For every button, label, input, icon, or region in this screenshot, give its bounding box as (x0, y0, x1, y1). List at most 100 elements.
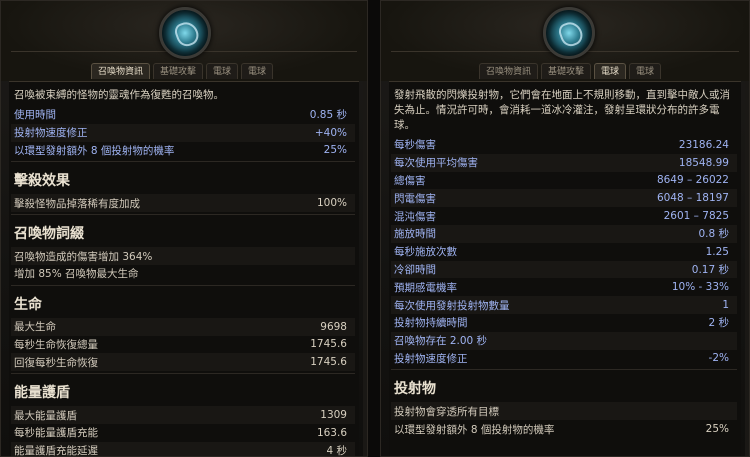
stat-row: 預期感電機率 10% - 33% (391, 278, 737, 296)
stat-row: 投射物速度修正 +40% (11, 123, 355, 142)
stat-row: 每次使用發射投射物數量 1 (391, 296, 737, 314)
stat-row: 每秒生命恢復總量 1745.6 (11, 336, 355, 354)
stat-label: 冷卻時間 (394, 263, 436, 276)
stat-value: 100% (316, 197, 347, 210)
stat-label: 擊殺怪物品掉落稀有度加成 (14, 197, 140, 210)
skill-description: 召喚被束縛的怪物的靈魂作為復甦的召喚物。 (14, 89, 224, 101)
panel-header: 召喚物資訊 基礎攻擊 電球 電球 (1, 1, 367, 81)
stat-row: 擊殺怪物品掉落稀有度加成 100% (11, 194, 355, 213)
stat-value: 18548.99 (678, 156, 729, 169)
stat-label: 閃電傷害 (394, 192, 436, 205)
stat-value: 8649 – 26022 (656, 174, 729, 187)
stat-value: 4 秒 (326, 445, 347, 457)
stat-row: 以環型發射額外 8 個投射物的機率 25% (391, 420, 737, 438)
stat-label: 最大生命 (14, 321, 56, 334)
section-title: 擊殺效果 (14, 173, 70, 190)
stat-row: 增加 85% 召喚物最大生命 (11, 265, 355, 283)
section-title: 生命 (14, 296, 42, 313)
stat-label: 預期感電機率 (394, 281, 457, 294)
skill-description: 發射飛散的閃爍投射物，它們會在地面上不規則移動，直到擊中敵人或消失為止。情況許可… (394, 89, 730, 131)
tab-spark-2[interactable]: 電球 (629, 63, 662, 79)
main-stats: 每秒傷害 23186.24 每次使用平均傷害 18548.99 總傷害 8649 – 26… (391, 136, 737, 367)
stat-label: 每秒傷害 (394, 139, 436, 152)
stat-label: 每秒施放次數 (394, 246, 457, 259)
stat-value: 0.8 秒 (698, 228, 729, 241)
tab-bar: 召喚物資訊 基礎攻擊 電球 電球 (479, 63, 662, 79)
stat-value: +40% (314, 126, 347, 139)
tab-spark-1[interactable]: 電球 (594, 63, 627, 79)
stat-row: 投射物會穿透所有目標 (391, 402, 737, 421)
stat-label: 使用時間 (14, 109, 56, 122)
stat-value: 1.25 (705, 245, 729, 258)
stats-list: 召喚被束縛的怪物的靈魂作為復甦的召喚物。 使用時間 0.85 秒投射物速度修正 +4… (9, 81, 359, 456)
panel-header: 召喚物資訊 基礎攻擊 電球 電球 (381, 1, 749, 81)
stat-value: 2601 – 7825 (663, 210, 729, 223)
stat-label: 以環型發射額外 8 個投射物的機率 (394, 423, 555, 436)
stat-value: 0.17 秒 (691, 263, 729, 276)
skill-gem-icon (159, 7, 211, 59)
stat-row: 召喚物造成的傷害增加 364% (11, 247, 355, 265)
skill-gem-icon (543, 7, 595, 59)
tab-bar: 召喚物資訊 基礎攻擊 電球 電球 (91, 63, 274, 79)
stat-label: 混沌傷害 (394, 210, 436, 223)
tab-base-attack[interactable]: 基礎攻擊 (153, 63, 204, 79)
stat-row: 使用時間 0.85 秒 (11, 106, 355, 124)
stat-value: 23186.24 (678, 138, 729, 151)
stat-row: 以環型發射額外 8 個投射物的機率 25% (11, 142, 355, 160)
stat-label: 每次使用平均傷害 (394, 157, 478, 170)
main-stats: 使用時間 0.85 秒投射物速度修正 +40% 以環型發射額外 8 個投射物的機率 25… (11, 106, 355, 159)
stat-label: 召喚物存在 2.00 秒 (394, 335, 488, 348)
stat-value: 0.85 秒 (309, 109, 347, 122)
stat-label: 召喚物造成的傷害增加 364% (14, 250, 153, 263)
tab-spark-1[interactable]: 電球 (206, 63, 239, 79)
stat-label: 每次使用發射投射物數量 (394, 299, 510, 312)
stat-label: 能量護盾充能延遲 (14, 445, 98, 457)
stat-value: 1309 (320, 409, 347, 422)
stat-row: 每秒傷害 23186.24 (391, 136, 737, 154)
stat-row: 回復每秒生命恢復 1745.6 (11, 353, 355, 372)
stat-label: 每秒生命恢復總量 (14, 338, 98, 351)
stat-value: 1745.6 (310, 356, 347, 369)
stats-list: 發射飛散的閃爍投射物，它們會在地面上不規則移動，直到擊中敵人或消失為止。情況許可… (389, 81, 741, 456)
scrollbar[interactable] (745, 81, 749, 456)
stat-label: 總傷害 (394, 174, 426, 187)
tab-base-attack[interactable]: 基礎攻擊 (541, 63, 592, 79)
stat-row: 每秒施放次數 1.25 (391, 243, 737, 261)
stat-label: 最大能量護盾 (14, 409, 77, 422)
spark-skill-panel: 召喚物資訊 基礎攻擊 電球 電球 發射飛散的閃爍投射物，它們會在地面上不規則移動… (380, 0, 750, 457)
tab-spark-2[interactable]: 電球 (241, 63, 274, 79)
stat-label: 以環型發射額外 8 個投射物的機率 (14, 144, 175, 157)
tab-minion-info[interactable]: 召喚物資訊 (91, 63, 151, 79)
tab-minion-info[interactable]: 召喚物資訊 (479, 63, 539, 79)
stat-value: 9698 (320, 320, 347, 333)
stat-row: 施放時間 0.8 秒 (391, 224, 737, 243)
section-title: 投射物 (394, 381, 436, 398)
stat-label: 回復每秒生命恢復 (14, 356, 98, 369)
stat-row: 冷卻時間 0.17 秒 (391, 260, 737, 279)
stat-row: 投射物持續時間 2 秒 (391, 314, 737, 332)
stat-label: 增加 85% 召喚物最大生命 (14, 268, 139, 281)
stat-value: -2% (708, 352, 729, 365)
stat-value: 25% (323, 144, 347, 157)
stat-row: 最大能量護盾 1309 (11, 406, 355, 424)
stat-row: 能量護盾充能延遲 4 秒 (11, 441, 355, 457)
stat-value: 1745.6 (310, 338, 347, 351)
scrollbar[interactable] (363, 81, 367, 456)
stat-row: 總傷害 8649 – 26022 (391, 172, 737, 190)
stat-row: 召喚物存在 2.00 秒 (391, 331, 737, 350)
stat-label: 投射物速度修正 (394, 352, 468, 365)
stat-value: 163.6 (316, 426, 347, 439)
stat-value: 1 (722, 299, 729, 312)
section-title: 召喚物詞綴 (14, 226, 84, 243)
stat-value: 10% - 33% (671, 281, 729, 294)
stat-row: 每次使用平均傷害 18548.99 (391, 153, 737, 172)
stat-row: 混沌傷害 2601 – 7825 (391, 207, 737, 225)
minion-info-panel: 召喚物資訊 基礎攻擊 電球 電球 召喚被束縛的怪物的靈魂作為復甦的召喚物。 使用… (0, 0, 368, 457)
stat-row: 閃電傷害 6048 – 18197 (391, 189, 737, 208)
stat-value: 2 秒 (708, 317, 729, 330)
stat-label: 施放時間 (394, 228, 436, 241)
stat-label: 投射物速度修正 (14, 127, 88, 140)
stat-label: 投射物持續時間 (394, 317, 468, 330)
stat-row: 最大生命 9698 (11, 317, 355, 336)
stat-label: 投射物會穿透所有目標 (394, 405, 499, 418)
